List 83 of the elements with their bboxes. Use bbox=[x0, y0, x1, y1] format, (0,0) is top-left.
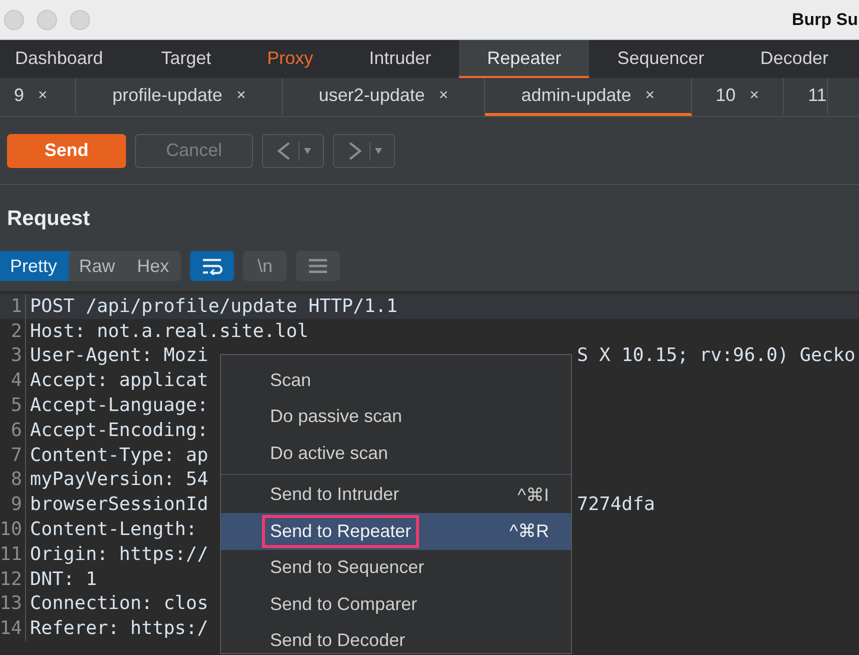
code-line: Accept-Language: bbox=[29, 395, 208, 416]
menu-item[interactable]: Send to Intruder ^⌘I bbox=[221, 476, 571, 513]
close-icon[interactable]: × bbox=[38, 86, 48, 104]
menu-item[interactable]: Send to Comparer bbox=[221, 586, 571, 622]
shortcut-label: ^⌘I bbox=[518, 484, 549, 506]
shortcut-label: ^⌘R bbox=[510, 520, 549, 542]
code-line: 7274dfa bbox=[577, 494, 655, 516]
line-number: 1 bbox=[0, 294, 26, 319]
window-title: Burp Su bbox=[792, 10, 858, 30]
menu-item[interactable]: Scan bbox=[221, 362, 571, 398]
code-line: Content-Type: ap bbox=[29, 444, 208, 466]
forward-button[interactable] bbox=[333, 134, 395, 168]
back-button[interactable] bbox=[262, 134, 324, 168]
tab-label: 11 bbox=[808, 85, 827, 106]
code-line: browserSessionId bbox=[29, 494, 210, 516]
line-number: 10 bbox=[0, 517, 26, 542]
request-tab[interactable]: profile-update × bbox=[76, 78, 283, 116]
menu-item[interactable]: Do passive scan bbox=[221, 398, 571, 435]
request-tab[interactable]: admin-update × bbox=[485, 78, 692, 116]
menu-item-label: Scan bbox=[269, 368, 312, 392]
menu-item[interactable]: Send to Repeater ^⌘R bbox=[221, 513, 571, 550]
tab-label: admin-update bbox=[521, 85, 632, 106]
code-line: S X 10.15; rv:96.0) Gecko bbox=[577, 345, 856, 366]
menu-item-label: Send to Repeater bbox=[262, 514, 420, 548]
code-line: myPayVersion: 54 bbox=[29, 469, 208, 490]
line-number: 11 bbox=[0, 542, 26, 567]
main-tab[interactable]: Intruder bbox=[341, 40, 460, 78]
request-tab[interactable]: user2-update × bbox=[282, 78, 486, 116]
code-line: Accept-Encoding: bbox=[29, 420, 208, 441]
view-tab[interactable]: Hex bbox=[127, 251, 182, 281]
main-tab[interactable]: Repeater bbox=[459, 40, 590, 78]
menu-item[interactable]: Send to Decoder bbox=[221, 622, 571, 655]
line-number: 13 bbox=[0, 592, 26, 616]
menu-item[interactable]: Send to Sequencer bbox=[221, 550, 571, 586]
code-line: Accept: applicat bbox=[29, 370, 208, 392]
menu-item-label: Send to Comparer bbox=[269, 592, 418, 616]
main-tab[interactable]: Sequencer bbox=[589, 40, 732, 78]
code-line: Referer: https:/ bbox=[29, 618, 208, 640]
code-line: Connection: clos bbox=[29, 593, 208, 614]
request-tab[interactable]: 10 × bbox=[692, 78, 784, 116]
code-line: User-Agent: Mozi bbox=[29, 345, 210, 366]
main-tab[interactable]: Target bbox=[133, 40, 240, 78]
close-icon[interactable]: × bbox=[236, 86, 246, 104]
menu-item-label: Send to Sequencer bbox=[269, 556, 426, 580]
code-line: Host: not.a.real.site.lol bbox=[29, 320, 308, 342]
panel-title: Request bbox=[7, 207, 91, 231]
request-tab[interactable]: 9 × bbox=[0, 78, 76, 116]
line-number: 12 bbox=[0, 566, 26, 592]
tab-label: user2-update bbox=[318, 85, 425, 106]
main-tab[interactable]: Dashboard bbox=[0, 40, 134, 78]
line-number: 8 bbox=[0, 468, 26, 492]
line-number: 4 bbox=[0, 368, 26, 394]
menu-button[interactable] bbox=[296, 251, 340, 281]
menu-item-label: Do active scan bbox=[269, 442, 390, 465]
menu-item-label: Send to Intruder bbox=[269, 483, 400, 506]
view-tab[interactable]: Raw bbox=[69, 251, 128, 281]
line-number: 5 bbox=[0, 393, 26, 418]
line-number: 6 bbox=[0, 418, 26, 443]
menu-item-label: Do passive scan bbox=[269, 405, 404, 428]
line-number: 14 bbox=[0, 616, 26, 642]
line-number: 9 bbox=[0, 492, 26, 518]
close-icon[interactable]: × bbox=[645, 86, 655, 104]
wrap-lines-button[interactable] bbox=[190, 251, 234, 281]
main-tab[interactable]: Decoder bbox=[732, 40, 856, 78]
menu-icon bbox=[308, 258, 328, 274]
code-line: Content-Length: bbox=[29, 519, 198, 540]
request-tab[interactable]: 11 bbox=[784, 78, 828, 116]
code-line: DNT: 1 bbox=[29, 568, 97, 590]
tab-label: 9 bbox=[14, 85, 24, 106]
tab-label: 10 bbox=[716, 85, 736, 106]
wrap-icon bbox=[201, 257, 224, 275]
line-number: 2 bbox=[0, 318, 26, 344]
menu-item-label: Send to Decoder bbox=[269, 629, 406, 652]
line-number: 7 bbox=[0, 442, 26, 468]
code-line: Origin: https:// bbox=[29, 544, 208, 565]
main-tab[interactable]: Proxy bbox=[239, 40, 342, 78]
close-icon[interactable]: × bbox=[750, 86, 759, 104]
menu-item[interactable]: Do active scan bbox=[221, 435, 571, 472]
code-line: POST /api/profile/update HTTP/1.1 bbox=[29, 296, 398, 317]
line-number: 3 bbox=[0, 344, 26, 368]
view-tab[interactable]: Pretty bbox=[0, 251, 70, 281]
close-icon[interactable]: × bbox=[438, 86, 448, 104]
tab-label: profile-update bbox=[112, 85, 222, 106]
